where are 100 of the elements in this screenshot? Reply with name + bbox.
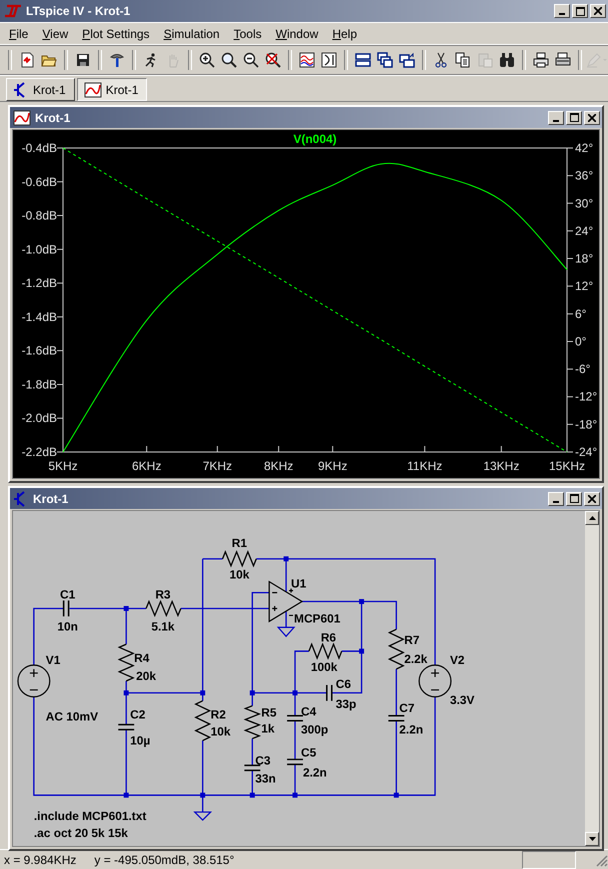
waveform-icon: [298, 52, 315, 68]
axis-tick-label: 7KHz: [202, 459, 232, 473]
plot-icon: [13, 110, 31, 126]
menu-item[interactable]: Plot Settings: [75, 24, 157, 42]
axis-tick-label: 42°: [575, 141, 594, 155]
maximize-icon: [576, 6, 584, 16]
document-icon: [18, 52, 35, 68]
component-value: 10µ: [130, 734, 150, 748]
component-value: 10k: [210, 724, 230, 739]
crossed-magnifier-icon: [264, 52, 281, 68]
scissors-icon: [432, 52, 449, 68]
component-label: C1: [60, 588, 76, 602]
scroll-up-button[interactable]: [585, 511, 599, 525]
spice-directive: .include MCP601.txt: [34, 809, 146, 823]
printer-icon: [532, 52, 549, 68]
axis-tick-label: -0.6dB: [22, 174, 57, 189]
component-value: MCP601: [294, 611, 340, 626]
minimize-button[interactable]: [554, 4, 570, 18]
up-arrow-icon: [588, 516, 596, 520]
resistor-symbol: [244, 705, 262, 740]
menu-item[interactable]: Help: [325, 24, 364, 42]
component-value: AC 10mV: [46, 710, 98, 724]
component-label: R7: [404, 633, 420, 648]
close-icon: [588, 494, 596, 502]
maximize-button[interactable]: [566, 110, 582, 124]
minimize-button[interactable]: [548, 110, 564, 124]
menu-item[interactable]: Tools: [226, 24, 269, 42]
axis-tick-label: -1.0dB: [22, 242, 57, 256]
axis-tick-label: 13KHz: [483, 459, 520, 473]
component-label: C3: [255, 753, 271, 768]
component-label: R4: [134, 651, 150, 666]
component-value: 2.2n: [302, 765, 327, 780]
axis-tick-label: -24°: [575, 445, 598, 459]
axis-tick-label: -12°: [575, 390, 598, 404]
menu-item[interactable]: File: [2, 24, 36, 42]
axis-tick-label: 6KHz: [132, 459, 162, 473]
resistor-symbol: [222, 550, 257, 568]
minimize-button[interactable]: [548, 492, 564, 506]
menu-item[interactable]: Window: [268, 24, 326, 42]
resistor-symbol: [118, 644, 135, 682]
window-tab[interactable]: Krot-1: [6, 78, 75, 101]
menu-item[interactable]: Simulation: [156, 24, 227, 42]
close-button[interactable]: [584, 110, 600, 124]
axis-tick-label: -0.8dB: [22, 208, 57, 223]
component-value: 10n: [57, 619, 78, 634]
capacitor-symbol: [118, 724, 135, 730]
hammer-icon: [108, 52, 125, 68]
pencil-icon: [586, 52, 608, 68]
maximize-icon: [570, 113, 578, 122]
minimize-icon: [553, 500, 559, 502]
component-label: R1: [232, 536, 248, 550]
scrollbar[interactable]: [585, 511, 599, 846]
spice-directive: .ac oct 20 5k 15k: [34, 826, 128, 840]
axis-tick-label: -2.0dB: [22, 411, 57, 426]
resistor-symbol: [388, 628, 405, 670]
cascade-windows-icon: [398, 52, 415, 68]
plot-icon: [84, 82, 102, 98]
close-button[interactable]: [590, 4, 606, 18]
status-panel: [522, 851, 576, 869]
menu-item[interactable]: View: [35, 24, 76, 42]
axis-tick-label: -1.6dB: [22, 344, 57, 358]
axis-tick-label: -18°: [575, 417, 598, 432]
ground-symbol: [276, 626, 296, 638]
cursor-y-reading: y = -495.050mdB, 38.515°: [94, 853, 234, 867]
zoom-in-icon: [198, 52, 215, 68]
capacitor-symbol: [286, 715, 304, 722]
close-button[interactable]: [584, 492, 600, 506]
component-value: 2.2k: [404, 652, 428, 666]
component-value: 2.2n: [399, 722, 424, 737]
component-value: 300p: [300, 722, 328, 737]
component-label: R5: [261, 706, 276, 720]
maximize-button[interactable]: [572, 4, 588, 18]
graph-icon: [320, 52, 337, 68]
axis-tick-label: 0°: [575, 334, 586, 348]
resistor-symbol: [308, 642, 342, 660]
component-value: 1k: [261, 722, 275, 736]
ground-symbol: [193, 811, 212, 821]
cursor-x-reading: x = 9.984KHz: [4, 853, 76, 867]
capacitor-symbol: [388, 715, 405, 722]
axis-tick-label: -1.4dB: [22, 310, 57, 324]
component-value: 10k: [229, 568, 250, 582]
voltage-source-symbol: [418, 664, 452, 698]
cascade-windows-icon: [376, 52, 393, 68]
component-label: C6: [336, 676, 351, 691]
component-label: R2: [210, 708, 226, 722]
component-value: 20k: [136, 669, 156, 683]
window-tab[interactable]: Krot-1: [76, 78, 148, 101]
component-label: V1: [46, 653, 60, 668]
axis-tick-label: -0.4dB: [22, 141, 57, 155]
close-icon: [588, 114, 596, 122]
paste-icon: [476, 52, 493, 68]
zoom-out-icon: [242, 52, 259, 68]
window-title: Krot-1: [35, 110, 72, 124]
tile-windows-icon: [354, 52, 371, 68]
maximize-button[interactable]: [566, 492, 582, 506]
scroll-down-button[interactable]: [585, 832, 599, 846]
axis-tick-label: -6°: [575, 362, 590, 376]
component-label: V2: [450, 653, 465, 668]
resistor-symbol: [194, 700, 212, 742]
component-label: C2: [130, 708, 146, 722]
